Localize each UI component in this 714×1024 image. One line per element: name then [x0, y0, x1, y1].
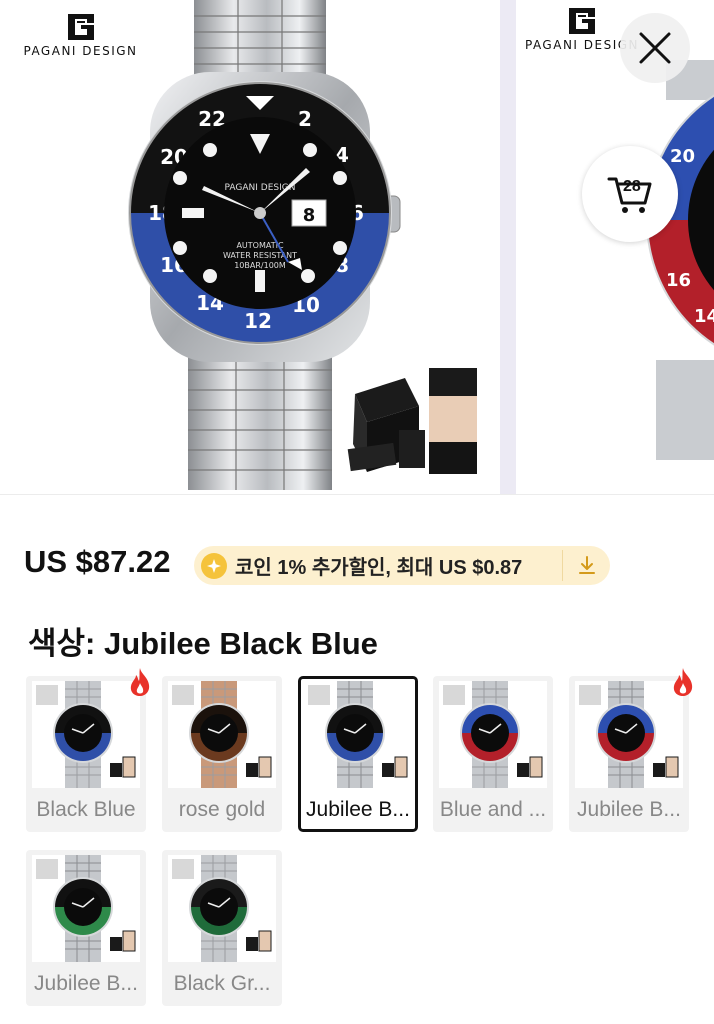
- close-button[interactable]: [620, 13, 690, 83]
- coin-discount-text: 코인 1% 추가할인, 최대 US $0.87: [235, 557, 523, 579]
- svg-text:16: 16: [666, 270, 691, 291]
- color-option-label: rose gold: [178, 798, 266, 821]
- coin-badge-separator: [562, 550, 563, 581]
- product-image-main[interactable]: PAGANI DESIGN 2 4 6 8 10 12 14 16 18 20 …: [0, 0, 500, 494]
- download-icon[interactable]: [576, 554, 598, 576]
- slide-gap: [500, 0, 516, 494]
- color-option-label: Black Blue: [36, 798, 136, 821]
- color-option[interactable]: Blue and ...: [433, 676, 553, 832]
- svg-text:12: 12: [244, 309, 272, 333]
- color-option[interactable]: rose gold: [162, 676, 282, 832]
- color-option-thumbnail: [575, 681, 683, 788]
- coin-icon: [201, 552, 227, 579]
- product-image-gallery[interactable]: PAGANI DESIGN 2 4 6 8 10 12 14 16 18 20 …: [0, 0, 714, 494]
- hot-fire-icon: [130, 668, 150, 696]
- color-option-label: Jubilee B...: [306, 798, 410, 821]
- color-selector-title: 색상: Jubilee Black Blue: [28, 626, 378, 661]
- product-image-next[interactable]: PAGANI DESIGN 20 16 14: [516, 0, 714, 494]
- color-option-label: Blue and ...: [439, 798, 547, 821]
- svg-text:8: 8: [303, 205, 316, 226]
- svg-text:10BAR/100M: 10BAR/100M: [234, 261, 286, 270]
- color-option[interactable]: Jubilee B...: [569, 676, 689, 832]
- cart-button[interactable]: 28: [582, 146, 678, 242]
- watch-image-next: 20 16 14: [646, 60, 714, 460]
- color-option[interactable]: Jubilee B...: [26, 850, 146, 1006]
- pagani-logo-icon: [569, 8, 595, 34]
- gift-box-image: [347, 368, 477, 474]
- product-price: US $87.22: [24, 544, 171, 579]
- section-divider: [0, 494, 714, 495]
- hot-fire-icon: [673, 668, 693, 696]
- svg-text:20: 20: [670, 146, 695, 167]
- svg-text:14: 14: [694, 306, 714, 327]
- color-option[interactable]: Black Gr...: [162, 850, 282, 1006]
- close-icon: [639, 32, 671, 64]
- color-option-thumbnail: [32, 681, 140, 788]
- color-option-label: Black Gr...: [173, 972, 271, 995]
- pagani-logo-icon: [67, 14, 94, 40]
- color-option-label: Jubilee B...: [577, 798, 681, 821]
- color-option-thumbnail: [439, 681, 547, 788]
- color-option[interactable]: Jubilee B...: [298, 676, 418, 832]
- coin-discount-badge[interactable]: 코인 1% 추가할인, 최대 US $0.87: [194, 546, 610, 585]
- cart-count: 28: [623, 178, 641, 195]
- color-option-thumbnail: [168, 855, 276, 962]
- color-option-label: Jubilee B...: [34, 972, 138, 995]
- color-option-thumbnail: [304, 681, 412, 788]
- color-option-thumbnail: [168, 681, 276, 788]
- color-option-thumbnail: [32, 855, 140, 962]
- color-option[interactable]: Black Blue: [26, 676, 146, 832]
